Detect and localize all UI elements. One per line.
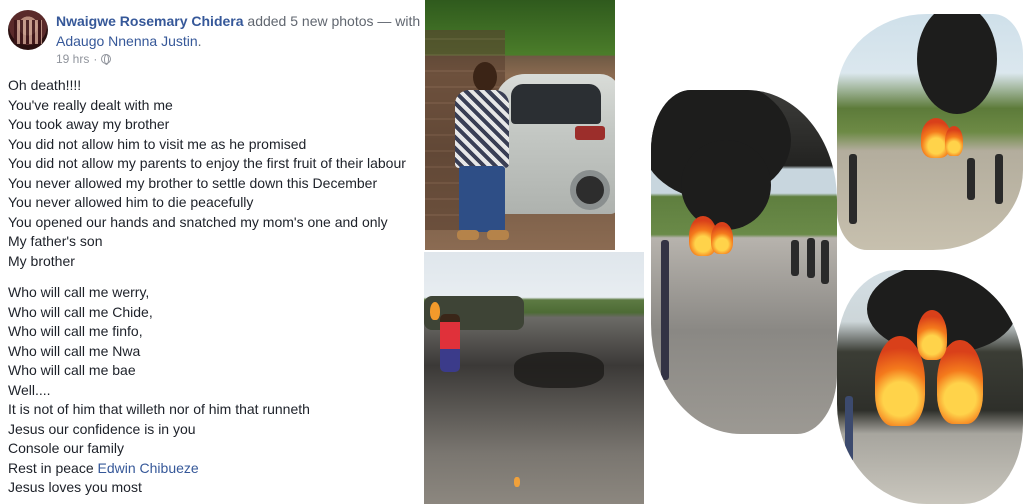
photo-fire	[917, 310, 947, 360]
photo-fire	[945, 126, 963, 156]
photo-person	[995, 154, 1003, 204]
post-body: Oh death!!!! You've really dealt with me Y…	[8, 76, 420, 498]
post-text-line: Console our family	[8, 440, 124, 456]
photo-car-window	[511, 84, 601, 124]
tagged-user-link[interactable]: Adaugo Nnenna Justin	[56, 33, 198, 49]
post-text-line: Well....	[8, 381, 51, 398]
photo-person	[967, 158, 975, 200]
post-text-line: You did not allow my parents to enjoy th…	[8, 155, 406, 171]
photo-person	[821, 240, 829, 284]
post-text-line: You never allowed him to die peacefully	[8, 194, 254, 210]
post-timestamp[interactable]: 19 hrs	[56, 52, 89, 66]
photo-tanker-fire-bottom-right[interactable]	[837, 270, 1023, 504]
post-text-line: Who will call me finfo,	[8, 323, 143, 339]
author-name-link[interactable]: Nwaigwe Rosemary Chidera	[56, 13, 244, 29]
photo-person	[791, 240, 799, 276]
photo-man-shirt	[455, 90, 509, 168]
post-text-line: My father's son	[8, 233, 103, 249]
post-text-line: You never allowed my brother to settle d…	[8, 174, 378, 191]
photo-smoke	[917, 14, 997, 114]
post-text-line: Who will call me bae	[8, 362, 136, 378]
photo-man-jeans	[459, 166, 505, 232]
post-action[interactable]: added 5 new photos	[247, 13, 373, 29]
meta-separator: ·	[93, 52, 98, 66]
photo-car-taillight	[575, 126, 605, 140]
post-text-line: Oh death!!!!	[8, 77, 82, 93]
post-text-line: You did not allow him to visit me as he …	[8, 135, 307, 152]
post-body-part2: Who will call me werry, Who will call me …	[8, 283, 420, 459]
photo-man-head	[473, 62, 497, 92]
avatar[interactable]	[8, 10, 48, 50]
post-header: Nwaigwe Rosemary Chidera added 5 new pho…	[56, 11, 422, 51]
with-text: — with	[377, 13, 421, 29]
post-text-line: You've really dealt with me	[8, 96, 173, 113]
post-text-line: You took away my brother	[8, 116, 170, 132]
photo-person	[807, 238, 815, 278]
photo-tanker-fire-top-right[interactable]	[837, 14, 1023, 250]
avatar-image	[14, 20, 42, 44]
photo-man-shoe	[487, 230, 509, 240]
post-text-line: Jesus our confidence is in you	[8, 420, 196, 437]
photo-charred-remains	[514, 352, 604, 388]
rip-line: Rest in peace Edwin Chibueze	[8, 459, 420, 479]
photo-bystander	[440, 314, 460, 372]
photo-person	[849, 154, 857, 224]
photo-person	[661, 240, 669, 380]
photo-ember	[514, 477, 520, 487]
post-body-part1: Oh death!!!! You've really dealt with me Y…	[8, 76, 420, 271]
photo-person	[845, 396, 853, 462]
globe-icon[interactable]	[101, 54, 112, 65]
post-meta: 19 hrs ·	[56, 52, 112, 66]
photo-smoke	[681, 140, 771, 230]
post-text-line: My brother	[8, 252, 75, 269]
photo-flame	[430, 302, 440, 320]
photo-fire	[711, 222, 733, 254]
facebook-post: Nwaigwe Rosemary Chidera added 5 new pho…	[0, 0, 422, 504]
rip-prefix: Rest in peace	[8, 459, 94, 476]
post-text-line: You opened our hands and snatched my mom…	[8, 213, 388, 230]
post-text-line: Who will call me Nwa	[8, 342, 141, 359]
photo-collage[interactable]	[645, 0, 1028, 504]
post-text-line: Who will call me Chide,	[8, 303, 153, 320]
photo-man-shoe	[457, 230, 479, 240]
tagged-suffix: .	[197, 33, 202, 49]
photo-car-wheel	[570, 170, 610, 210]
post-text-line: It is not of him that willeth nor of him…	[8, 401, 310, 417]
closing-line: Jesus loves you most	[8, 479, 142, 495]
mention-link[interactable]: Edwin Chibueze	[98, 460, 199, 476]
photo-tanker-fire-left[interactable]	[651, 90, 837, 434]
photo-burned-road[interactable]	[424, 252, 644, 504]
post-text-line: Who will call me werry,	[8, 284, 150, 300]
photo-man-with-car[interactable]	[425, 0, 615, 250]
